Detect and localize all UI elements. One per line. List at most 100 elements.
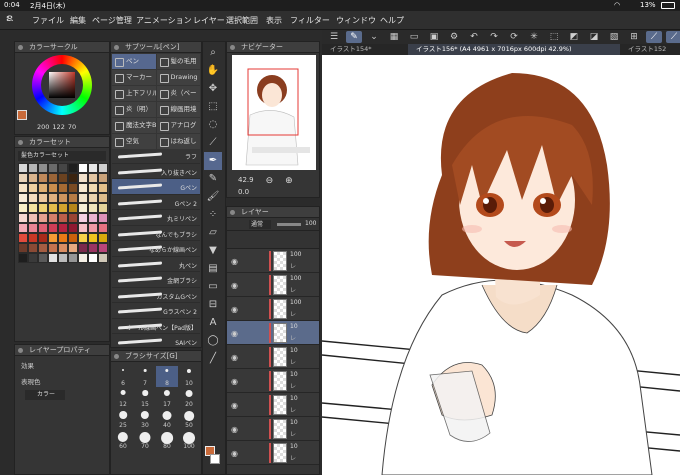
color-swatch[interactable] — [78, 173, 88, 183]
layer-row[interactable]: ◉ 100 レ — [227, 273, 319, 297]
brush-item[interactable]: なんでもブラシ — [112, 226, 200, 241]
hand-tool-icon[interactable]: ✋ — [204, 62, 222, 80]
color-swatch[interactable] — [18, 213, 28, 223]
subtool-group-item[interactable]: はね返し — [156, 134, 200, 149]
zoom-tool-icon[interactable]: ⌕ — [204, 44, 222, 62]
main-color-swatch[interactable] — [17, 110, 27, 120]
brush-item[interactable]: なめらか線画ペン — [112, 241, 200, 257]
brush-size-option[interactable]: 30 — [134, 408, 156, 429]
color-swatch[interactable] — [88, 253, 98, 263]
color-swatch[interactable] — [98, 173, 108, 183]
color-swatch[interactable] — [28, 163, 38, 173]
color-swatch[interactable] — [98, 203, 108, 213]
color-swatch[interactable] — [68, 173, 78, 183]
visibility-eye-icon[interactable]: ◉ — [231, 449, 238, 458]
color-swatch[interactable] — [28, 183, 38, 193]
color-wheel[interactable] — [32, 55, 92, 115]
save-icon[interactable]: ▣ — [426, 31, 442, 43]
color-swatch[interactable] — [68, 233, 78, 243]
color-swatch[interactable] — [18, 243, 28, 253]
color-swatch[interactable] — [68, 243, 78, 253]
color-swatch[interactable] — [28, 233, 38, 243]
brush-size-option[interactable]: 10 — [178, 366, 200, 387]
undo-icon[interactable]: ↶ — [466, 31, 482, 43]
color-swatch[interactable] — [98, 243, 108, 253]
brush-item[interactable]: Gペン — [112, 179, 200, 195]
subtool-group-item[interactable]: 上下フリル — [112, 86, 156, 101]
color-swatch[interactable] — [48, 193, 58, 203]
transform-icon[interactable]: ⟳ — [506, 31, 522, 43]
subtool-group-item[interactable]: ペン — [112, 54, 156, 69]
selection-clear-icon[interactable]: ✳ — [526, 31, 542, 43]
color-swatch[interactable] — [18, 163, 28, 173]
brush-item[interactable]: SAIペン — [112, 334, 200, 350]
color-swatch[interactable] — [28, 243, 38, 253]
layer-row[interactable]: ◉ 10 レ — [227, 369, 319, 393]
visibility-eye-icon[interactable]: ◉ — [231, 425, 238, 434]
brush-item[interactable]: 入り抜きペン — [112, 164, 200, 179]
brush-item[interactable]: 丸ミリペン — [112, 210, 200, 226]
color-swatch[interactable] — [78, 233, 88, 243]
blend-mode-dropdown[interactable]: 通常 — [249, 220, 271, 229]
subtool-group-item[interactable]: 炎（明） — [112, 102, 156, 117]
menu-view[interactable]: 表示 — [266, 15, 282, 26]
color-swatch[interactable] — [18, 183, 28, 193]
pencil-tool-icon[interactable]: ✎ — [204, 170, 222, 188]
settings-icon[interactable]: ⚙ — [446, 31, 462, 43]
visibility-eye-icon[interactable]: ◉ — [231, 305, 238, 314]
eyedrop-tool-icon[interactable]: ⟋ — [204, 134, 222, 152]
balloon-tool-icon[interactable]: ◯ — [204, 332, 222, 350]
color-swatch[interactable] — [48, 233, 58, 243]
brush-size-option[interactable]: 12 — [112, 387, 134, 408]
menu-selection[interactable]: 選択範囲 — [226, 15, 258, 26]
color-swatch[interactable] — [78, 183, 88, 193]
navigator-preview[interactable] — [232, 55, 316, 170]
color-swatch[interactable] — [78, 223, 88, 233]
menu-list-icon[interactable]: ☰ — [326, 31, 342, 43]
color-swatch[interactable] — [88, 213, 98, 223]
color-swatch[interactable] — [88, 163, 98, 173]
color-swatch[interactable] — [58, 193, 68, 203]
color-swatch[interactable] — [98, 183, 108, 193]
layer-row[interactable]: ◉ 10 レ — [227, 345, 319, 369]
invert-icon[interactable]: ◩ — [566, 31, 582, 43]
color-swatch[interactable] — [88, 183, 98, 193]
layer-row[interactable]: ◉ 10 レ — [227, 321, 319, 345]
brush-size-option[interactable]: 25 — [112, 408, 134, 429]
pen-tool-icon[interactable]: ✒ — [204, 152, 222, 170]
pen-mode-icon[interactable]: ✎ — [346, 31, 362, 43]
visibility-eye-icon[interactable]: ◉ — [231, 257, 238, 266]
visibility-eye-icon[interactable]: ◉ — [231, 329, 238, 338]
zoom-in-icon[interactable]: ⊕ — [285, 176, 293, 186]
color-swatch[interactable] — [78, 213, 88, 223]
visibility-eye-icon[interactable]: ◉ — [231, 401, 238, 410]
text-tool-icon[interactable]: A — [204, 314, 222, 332]
subtool-group-item[interactable]: 髪の毛用 — [156, 54, 200, 69]
lasso-tool-icon[interactable]: ◌ — [204, 116, 222, 134]
color-swatch[interactable] — [68, 223, 78, 233]
brush-size-option[interactable]: 17 — [156, 387, 178, 408]
menu-animation[interactable]: アニメーション — [136, 15, 192, 26]
brush-size-option[interactable]: 20 — [178, 387, 200, 408]
brush-size-option[interactable]: 8 — [156, 366, 178, 387]
chevron-down-icon[interactable]: ⌄ — [366, 31, 382, 43]
line-tool-icon[interactable]: ╱ — [204, 350, 222, 368]
color-swatch[interactable] — [88, 233, 98, 243]
color-swatch[interactable] — [98, 223, 108, 233]
color-swatch[interactable] — [38, 253, 48, 263]
color-swatch[interactable] — [38, 163, 48, 173]
subtool-group-item[interactable]: 炎（ベー — [156, 86, 200, 101]
color-swatch[interactable] — [58, 173, 68, 183]
layer-row[interactable]: ◉ 10 レ — [227, 441, 319, 465]
color-swatch[interactable] — [98, 163, 108, 173]
stabilizer-2-icon[interactable]: ⟋ — [666, 31, 680, 43]
color-swatch[interactable] — [48, 183, 58, 193]
layer-row[interactable]: ◉ 10 レ — [227, 393, 319, 417]
color-set-dropdown[interactable]: 髪色カラーセット — [18, 151, 106, 161]
color-swatch[interactable] — [18, 203, 28, 213]
color-swatch[interactable] — [88, 193, 98, 203]
color-swatch[interactable] — [58, 213, 68, 223]
brush-size-option[interactable]: 7 — [134, 366, 156, 387]
color-swatch[interactable] — [88, 173, 98, 183]
zoom-out-icon[interactable]: ⊖ — [266, 176, 274, 186]
